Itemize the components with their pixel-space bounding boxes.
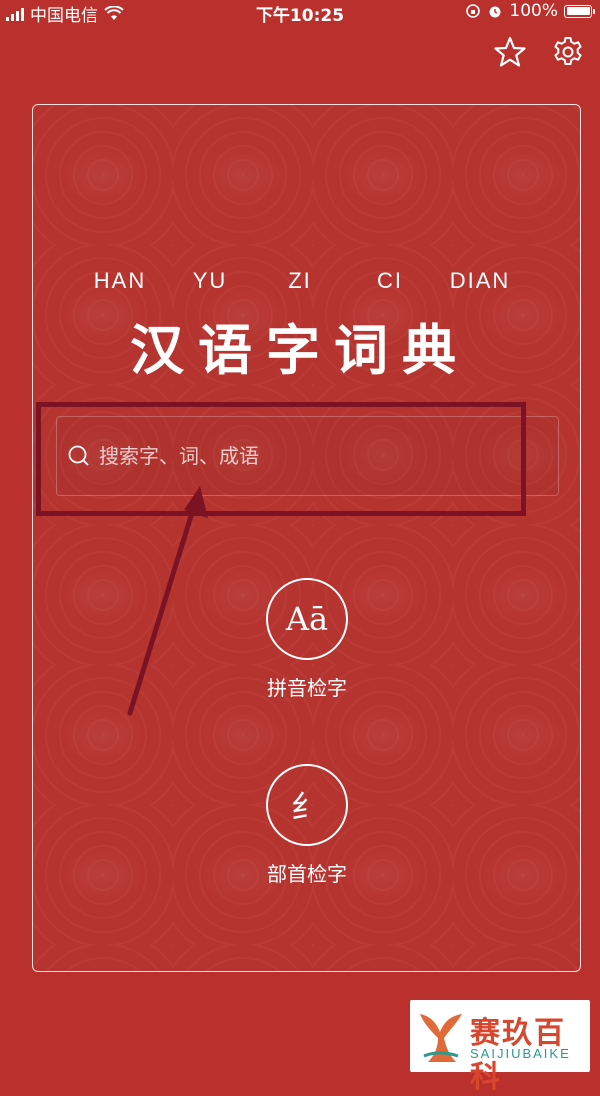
watermark-sub: SAIJIUBAIKE: [470, 1046, 571, 1061]
star-icon: [494, 36, 526, 67]
gear-icon: [554, 37, 582, 65]
pinyin-lookup-label: 拼音检字: [267, 676, 347, 700]
pinyin-syllable: ZI: [288, 268, 312, 293]
radical-lookup-icon: 纟: [266, 764, 348, 846]
status-bar: 中国电信 下午10:25 100%: [0, 0, 600, 26]
pinyin-syllable: DIAN: [449, 268, 511, 293]
brand-pinyin: HAN YU ZI CI DIAN: [0, 268, 600, 294]
radical-lookup-button[interactable]: 纟 部首检字: [227, 764, 387, 887]
alarm-icon: [489, 6, 501, 18]
favorites-button[interactable]: [492, 34, 528, 70]
battery-percent: 100%: [509, 1, 558, 21]
battery-icon: [564, 4, 595, 18]
pinyin-syllable: CI: [377, 268, 403, 293]
pinyin-lookup-button[interactable]: Aā 拼音检字: [227, 578, 387, 701]
pinyin-lookup-icon: Aā: [266, 578, 348, 660]
header-actions: [492, 34, 586, 70]
pinyin-syllable: HAN: [93, 268, 147, 293]
app-title: 汉语字词典: [130, 318, 470, 382]
status-right: 100%: [465, 1, 595, 21]
annotation-arrow-icon: [127, 486, 208, 716]
radical-lookup-label: 部首检字: [267, 862, 347, 886]
pinyin-syllable: YU: [192, 268, 228, 293]
settings-button[interactable]: [550, 34, 586, 70]
orientation-lock-icon: [466, 4, 481, 18]
watermark-logo: 赛玖百科 SAIJIUBAIKE: [410, 1000, 590, 1095]
whale-tail-icon: [420, 1014, 462, 1062]
